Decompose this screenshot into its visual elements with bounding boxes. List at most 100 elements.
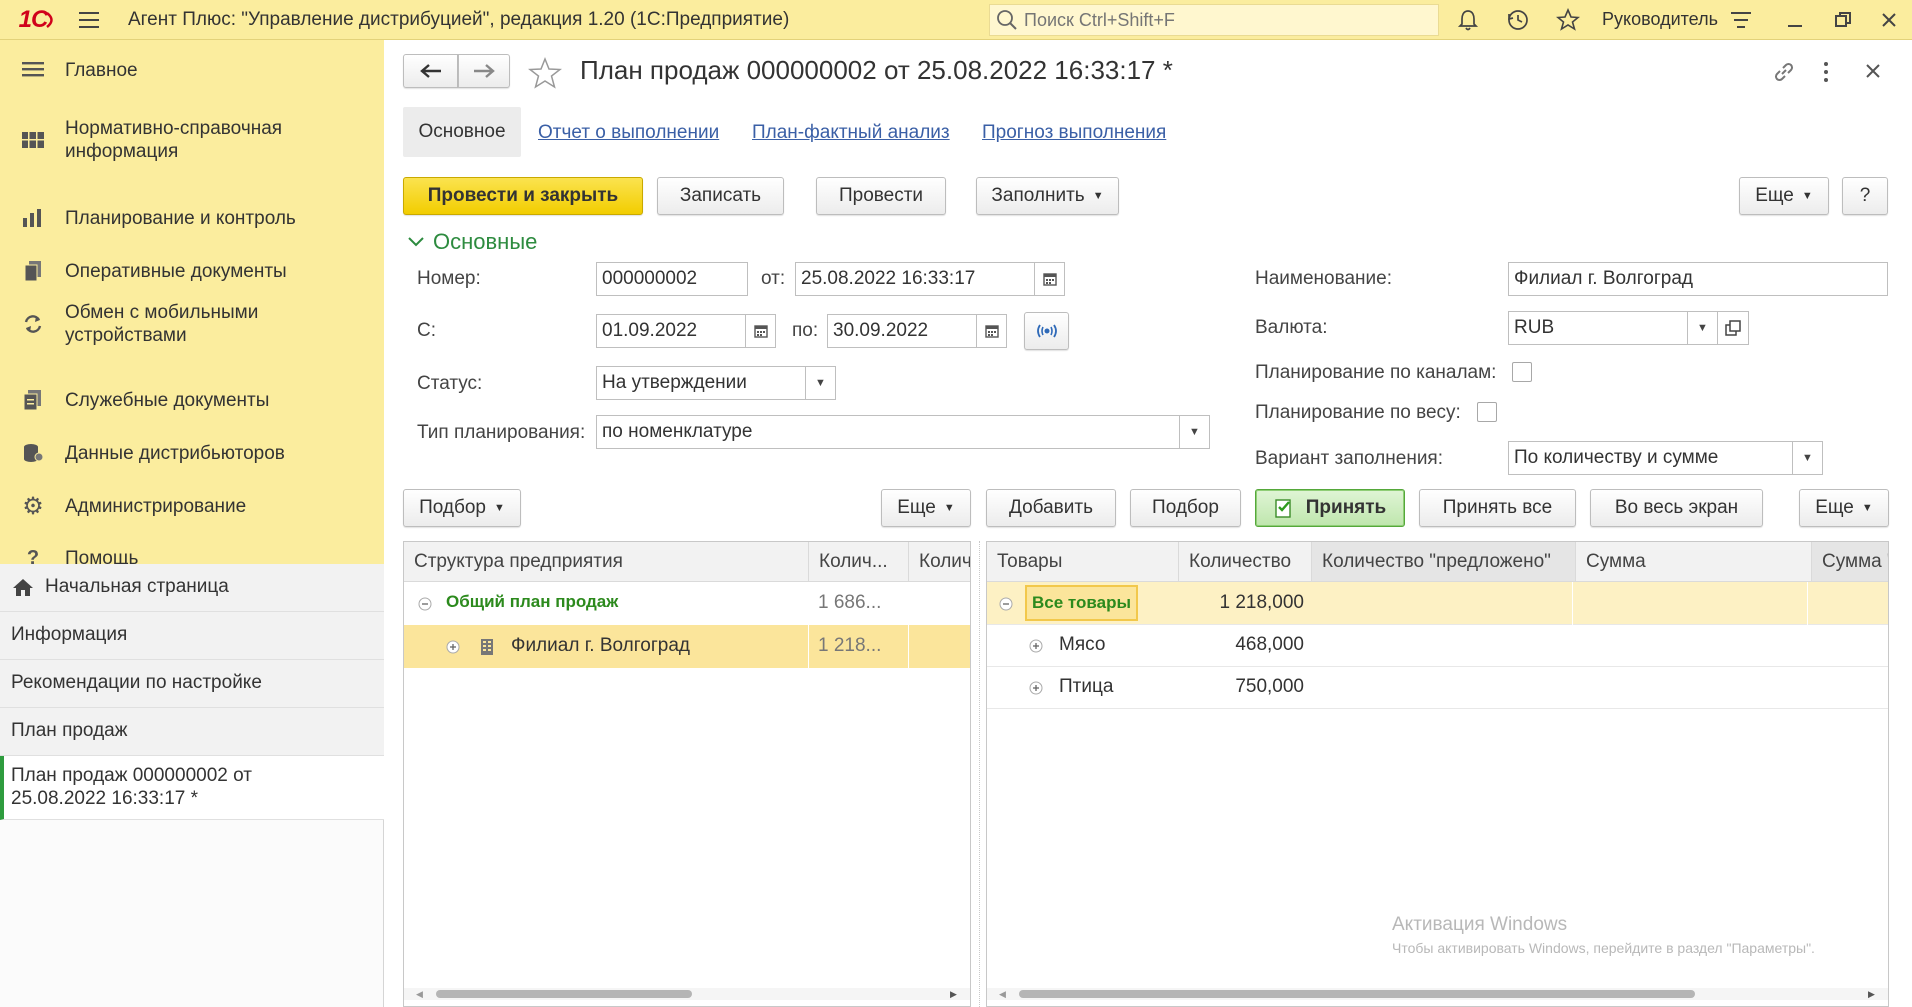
close-icon[interactable] xyxy=(1878,9,1900,36)
horizontal-scrollbar[interactable]: ◀ ▶ xyxy=(987,988,1888,1000)
post-button[interactable]: Провести xyxy=(816,177,946,215)
fill-variant-select[interactable]: По количеству и сумме ▼ xyxy=(1508,441,1823,475)
section-administration[interactable]: ⚙ Администрирование xyxy=(0,486,384,526)
scroll-right-icon[interactable]: ▶ xyxy=(1868,989,1875,1000)
open-window-home[interactable]: Начальная страница xyxy=(0,564,384,612)
minimize-icon[interactable] xyxy=(1784,9,1806,36)
chevron-down-icon xyxy=(408,237,424,247)
section-operational-docs[interactable]: Оперативные документы xyxy=(0,251,384,291)
expand-icon[interactable] xyxy=(1029,639,1043,653)
collapse-icon[interactable] xyxy=(999,597,1013,611)
name-input[interactable]: Филиал г. Волгоград xyxy=(1508,262,1888,296)
dropdown-arrow-icon[interactable]: ▼ xyxy=(1792,442,1822,474)
column-header-products[interactable]: Товары xyxy=(987,542,1178,582)
calendar-icon[interactable] xyxy=(1034,263,1064,295)
forward-button[interactable] xyxy=(458,54,510,88)
left-select-button[interactable]: Подбор ▼ xyxy=(403,489,521,527)
planning-by-weight-label: Планирование по весу: xyxy=(1255,402,1461,423)
column-header-proposed-qty[interactable]: Количество "предложено" xyxy=(1311,542,1575,582)
status-select[interactable]: На утверждении ▼ xyxy=(596,366,836,400)
group-main-header[interactable]: Основные xyxy=(407,229,537,255)
more-actions-icon[interactable] xyxy=(1821,60,1831,89)
more-button[interactable]: Еще ▼ xyxy=(1739,177,1829,215)
section-distributor-data[interactable]: Данные дистрибьюторов xyxy=(0,433,384,473)
open-window-sales-plan-list[interactable]: План продаж xyxy=(0,708,384,756)
favorite-star-icon[interactable] xyxy=(527,56,563,95)
history-icon[interactable] xyxy=(1506,8,1530,37)
back-button[interactable] xyxy=(403,54,458,88)
currency-select[interactable]: RUB ▼ xyxy=(1508,311,1718,345)
calendar-icon[interactable] xyxy=(976,315,1006,347)
left-more-button[interactable]: Еще ▼ xyxy=(881,489,971,527)
panel-splitter[interactable] xyxy=(979,541,981,1007)
horizontal-scrollbar[interactable]: ◀ ▶ xyxy=(404,988,970,1000)
section-service-docs[interactable]: Служебные документы xyxy=(0,380,384,420)
right-more-button[interactable]: Еще ▼ xyxy=(1799,489,1889,527)
tab-main[interactable]: Основное xyxy=(403,107,521,157)
column-header-qty2[interactable]: Колич xyxy=(908,542,970,582)
form-close-icon[interactable] xyxy=(1863,61,1883,86)
help-button[interactable]: ? xyxy=(1842,177,1888,215)
tab-execution-report[interactable]: Отчет о выполнении xyxy=(538,122,719,144)
open-window-info[interactable]: Информация xyxy=(0,612,384,660)
column-header-quantity[interactable]: Количество xyxy=(1178,542,1311,582)
expand-icon[interactable] xyxy=(446,640,460,654)
period-from-input[interactable]: 01.09.2022 xyxy=(596,314,776,348)
table-row[interactable]: Мясо 468,000 xyxy=(987,625,1888,667)
table-row[interactable]: Птица 750,000 xyxy=(987,667,1888,709)
dropdown-arrow-icon[interactable]: ▼ xyxy=(1179,416,1209,448)
app-title: Агент Плюс: "Управление дистрибуцией", р… xyxy=(128,9,790,30)
section-mobile-exchange[interactable]: Обмен с мобильными устройствами xyxy=(0,296,384,352)
table-row-selected[interactable]: Филиал г. Волгоград 1 218... xyxy=(404,625,970,668)
column-header-sum[interactable]: Сумма xyxy=(1575,542,1811,582)
fullscreen-button[interactable]: Во весь экран xyxy=(1590,489,1763,527)
scroll-thumb[interactable] xyxy=(436,990,692,998)
tab-execution-forecast[interactable]: Прогноз выполнения xyxy=(982,122,1166,144)
section-reference-info[interactable]: Нормативно-справочная информация xyxy=(0,112,384,168)
accept-button[interactable]: Принять xyxy=(1255,489,1405,527)
column-header-qty[interactable]: Колич... xyxy=(808,542,908,582)
add-button[interactable]: Добавить xyxy=(986,489,1116,527)
main-menu-icon[interactable] xyxy=(78,9,102,31)
calendar-icon[interactable] xyxy=(745,315,775,347)
number-input[interactable]: 000000002 xyxy=(596,262,748,296)
period-to-input[interactable]: 30.09.2022 xyxy=(827,314,1007,348)
section-planning[interactable]: Планирование и контроль xyxy=(0,198,384,238)
column-header-structure[interactable]: Структура предприятия xyxy=(404,542,808,582)
settings-menu-icon[interactable] xyxy=(1730,9,1754,36)
notifications-icon[interactable] xyxy=(1456,8,1480,37)
right-select-button[interactable]: Подбор xyxy=(1130,489,1241,527)
save-button[interactable]: Записать xyxy=(657,177,784,215)
fill-button[interactable]: Заполнить ▼ xyxy=(976,177,1119,215)
current-user[interactable]: Руководитель xyxy=(1602,9,1718,30)
scroll-right-icon[interactable]: ▶ xyxy=(950,989,957,1000)
scroll-left-icon[interactable]: ◀ xyxy=(999,989,1006,1000)
dropdown-arrow-icon[interactable]: ▼ xyxy=(1687,312,1717,344)
expand-icon[interactable] xyxy=(1029,681,1043,695)
accept-all-button[interactable]: Принять все xyxy=(1419,489,1576,527)
global-search[interactable] xyxy=(989,4,1439,36)
table-row[interactable]: Общий план продаж 1 686... xyxy=(404,582,970,625)
search-input[interactable] xyxy=(1024,9,1424,31)
open-window-recommendations[interactable]: Рекомендации по настройке xyxy=(0,660,384,708)
planning-by-weight-checkbox[interactable] xyxy=(1477,402,1497,422)
tab-plan-fact-analysis[interactable]: План-фактный анализ xyxy=(752,122,950,144)
date-input[interactable]: 25.08.2022 16:33:17 xyxy=(795,262,1065,296)
open-window-sales-plan-doc[interactable]: План продаж 000000002 от 25.08.2022 16:3… xyxy=(0,756,384,820)
favorites-star-icon[interactable] xyxy=(1555,7,1581,37)
table-row-selected[interactable]: Все товары 1 218,000 xyxy=(987,582,1888,625)
open-currency-button[interactable] xyxy=(1717,311,1749,345)
collapse-icon[interactable] xyxy=(418,597,432,611)
sidebar: Главное Нормативно-справочная информация… xyxy=(0,40,384,1007)
link-icon[interactable] xyxy=(1771,59,1797,90)
scroll-left-icon[interactable]: ◀ xyxy=(416,989,423,1000)
planning-by-channels-checkbox[interactable] xyxy=(1512,362,1532,382)
scroll-thumb[interactable] xyxy=(1019,990,1695,998)
column-header-proposed-sum[interactable]: Сумма " xyxy=(1811,542,1888,582)
planning-type-select[interactable]: по номенклатуре ▼ xyxy=(596,415,1210,449)
post-and-close-button[interactable]: Провести и закрыть xyxy=(403,177,643,215)
dropdown-arrow-icon[interactable]: ▼ xyxy=(805,367,835,399)
restore-icon[interactable] xyxy=(1832,9,1854,36)
section-main[interactable]: Главное xyxy=(0,50,384,90)
period-select-button[interactable] xyxy=(1024,312,1069,350)
